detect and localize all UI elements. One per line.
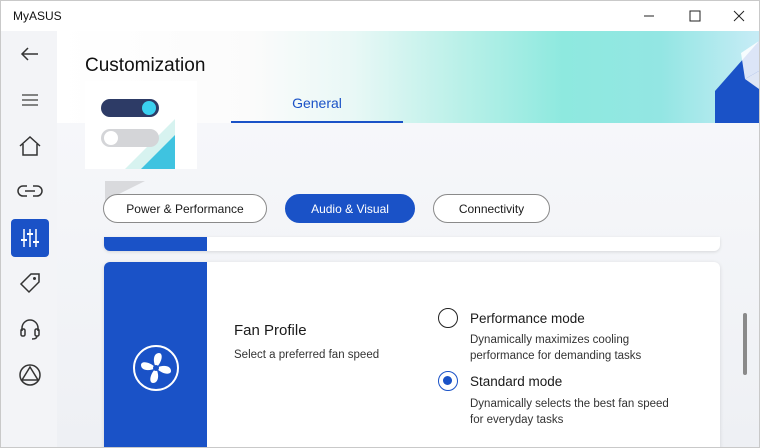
sidebar — [1, 31, 57, 447]
performance-mode-label: Performance mode — [470, 311, 585, 326]
tab-general-label: General — [292, 95, 342, 111]
app-title: MyASUS — [13, 9, 62, 23]
banner-decoration — [715, 41, 759, 123]
previous-card-strip — [104, 237, 207, 251]
title-bar: MyASUS — [1, 1, 759, 31]
standard-mode-radio[interactable] — [438, 371, 458, 391]
back-button[interactable] — [11, 35, 49, 73]
back-arrow-icon — [20, 47, 38, 61]
myasus-window: MyASUS Customization General Power & Per… — [0, 0, 760, 448]
fan-icon — [133, 345, 179, 391]
menu-button[interactable] — [11, 81, 49, 119]
previous-card — [104, 237, 720, 251]
category-audio-visual[interactable]: Audio & Visual — [285, 194, 415, 223]
page-title: Customization — [85, 55, 206, 76]
standard-mode-label: Standard mode — [470, 374, 563, 389]
maximize-button[interactable] — [677, 1, 713, 31]
sidebar-item-more[interactable] — [11, 356, 49, 394]
tab-general[interactable]: General — [231, 85, 403, 123]
customization-illustration — [85, 81, 197, 201]
minimize-icon — [644, 15, 654, 17]
performance-mode-description: Dynamically maximizes cooling performanc… — [470, 334, 642, 362]
close-button[interactable] — [721, 1, 757, 31]
close-icon — [733, 10, 745, 22]
tab-underline — [231, 121, 403, 123]
fan-profile-title: Fan Profile — [234, 322, 307, 339]
performance-mode-radio[interactable] — [438, 308, 458, 328]
fan-profile-subtitle: Select a preferred fan speed — [234, 349, 380, 361]
minimize-button[interactable] — [631, 1, 667, 31]
triangle-circle-icon — [19, 364, 41, 386]
category-connectivity[interactable]: Connectivity — [433, 194, 550, 223]
menu-icon — [22, 94, 38, 106]
headset-icon — [20, 319, 40, 340]
link-icon — [17, 185, 43, 197]
scrollbar-thumb[interactable] — [743, 313, 747, 375]
customization-sliders-icon — [21, 229, 39, 247]
maximize-icon — [689, 10, 701, 22]
sidebar-item-support[interactable] — [11, 310, 49, 348]
sidebar-item-home[interactable] — [11, 127, 49, 165]
sidebar-item-customization[interactable] — [11, 219, 49, 257]
home-icon — [19, 135, 41, 156]
standard-mode-description: Dynamically selects the best fan speed f… — [470, 398, 669, 426]
category-power-performance[interactable]: Power & Performance — [103, 194, 267, 223]
sidebar-item-link[interactable] — [11, 172, 49, 210]
tag-icon — [19, 273, 40, 294]
sidebar-item-deals[interactable] — [11, 264, 49, 302]
fan-profile-strip — [104, 262, 207, 447]
